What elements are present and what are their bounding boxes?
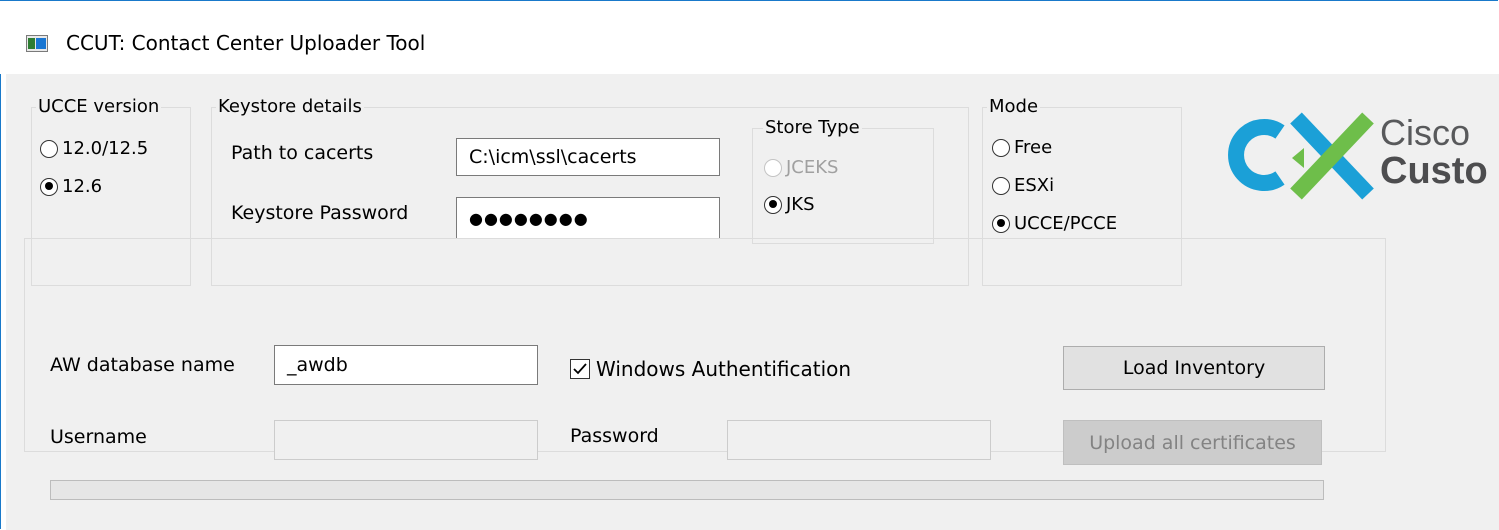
radio-store-jceks[interactable]: JCEKS [764,157,838,178]
keystore-details-legend: Keystore details [218,96,362,117]
path-to-cacerts-label: Path to cacerts [231,142,374,164]
title-bar: CCUT: Contact Center Uploader Tool [0,1,1499,74]
app-window-icon [26,35,48,52]
radio-checked-icon [40,177,58,196]
keystore-password-input[interactable]: ●●●●●●●● [456,197,720,239]
radio-unchecked-icon [764,158,782,177]
radio-label: JKS [786,194,815,215]
aw-database-name-label: AW database name [50,354,235,376]
radio-label: UCCE/PCCE [1014,213,1118,234]
radio-label: 12.0/12.5 [62,138,149,159]
radio-label: JCEKS [786,157,839,178]
logo-word-custo: Custo [1380,150,1488,192]
store-type-legend: Store Type [765,117,860,138]
windows-authentication-checkbox[interactable]: Windows Authentification [570,357,851,381]
checkbox-label: Windows Authentification [596,357,852,381]
radio-ucce-12-6[interactable]: 12.6 [40,176,102,197]
radio-ucce-12-0-12-5[interactable]: 12.0/12.5 [40,138,148,159]
radio-label: 12.6 [62,176,103,197]
mode-legend: Mode [989,96,1039,117]
radio-unchecked-icon [992,138,1010,157]
username-label: Username [50,426,147,448]
radio-mode-ucce-pcce[interactable]: UCCE/PCCE [992,213,1117,234]
radio-checked-icon [764,195,782,214]
radio-unchecked-icon [992,176,1010,195]
radio-store-jks[interactable]: JKS [764,194,815,215]
radio-mode-esxi[interactable]: ESXi [992,175,1054,196]
window-title: CCUT: Contact Center Uploader Tool [66,31,426,55]
radio-label: ESXi [1014,175,1055,196]
checkbox-checked-icon [570,359,590,379]
upload-all-certificates-button[interactable]: Upload all certificates [1063,420,1322,465]
progress-bar [50,480,1324,500]
radio-checked-icon [992,214,1010,233]
radio-label: Free [1014,137,1053,158]
load-inventory-button[interactable]: Load Inventory [1063,346,1325,390]
username-input[interactable] [274,420,538,460]
password-input[interactable] [727,420,991,460]
store-type-group: Store Type [752,117,934,244]
ucce-version-legend: UCCE version [38,96,160,117]
path-to-cacerts-input[interactable]: C:\icm\ssl\cacerts [456,138,720,176]
password-label: Password [570,425,659,447]
radio-mode-free[interactable]: Free [992,137,1052,158]
keystore-password-label: Keystore Password [231,202,409,224]
radio-unchecked-icon [40,139,58,158]
logo-word-cisco: Cisco [1380,112,1471,153]
aw-database-name-input[interactable]: _awdb [274,345,538,385]
